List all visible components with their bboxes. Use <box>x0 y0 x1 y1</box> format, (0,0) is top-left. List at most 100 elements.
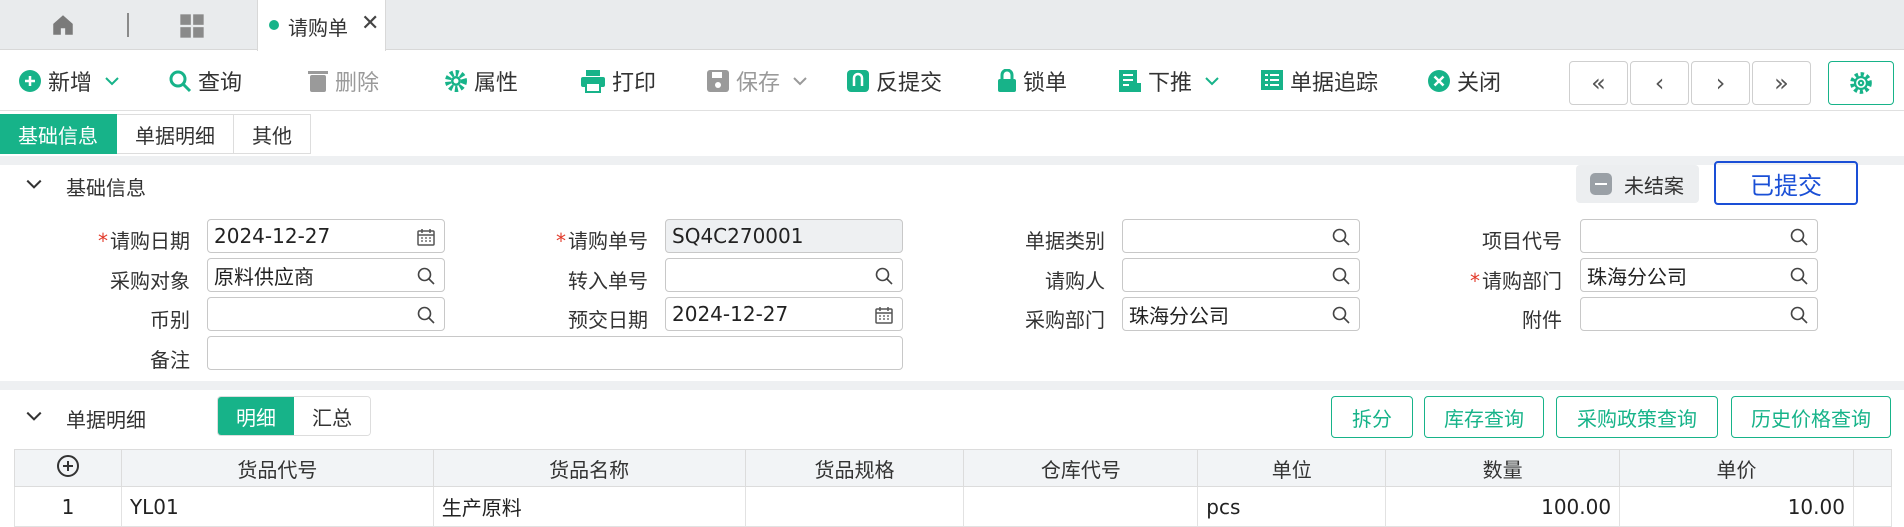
chevron-down-icon[interactable] <box>104 73 120 89</box>
home-icon[interactable] <box>50 12 76 38</box>
col-warehouse-code[interactable]: 仓库代号 <box>963 449 1199 487</box>
cell-goods-name[interactable]: 生产原料 <box>432 486 746 527</box>
purchase-dept-field[interactable]: 珠海分公司 <box>1122 297 1360 331</box>
add-button[interactable]: 新增 <box>18 65 126 97</box>
tab-doc-detail[interactable]: 单据明细 <box>117 114 234 154</box>
currency-field[interactable] <box>207 297 445 331</box>
req-date-field[interactable]: 2024-12-27 <box>207 219 445 253</box>
cell-warehouse-code[interactable] <box>963 486 1199 527</box>
transfer-no-field[interactable] <box>665 258 903 292</box>
search-icon[interactable] <box>1789 305 1809 325</box>
req-dept-field[interactable]: 珠海分公司 <box>1580 258 1818 292</box>
col-unit[interactable]: 单位 <box>1197 449 1387 487</box>
price-history-query-button[interactable]: 历史价格查询 <box>1731 396 1891 438</box>
last-record-button[interactable]: » <box>1752 61 1811 105</box>
add-row-cell[interactable] <box>14 449 122 487</box>
next-record-button[interactable]: › <box>1691 61 1750 105</box>
unsubmit-button[interactable]: 反提交 <box>846 65 942 97</box>
search-icon[interactable] <box>1789 266 1809 286</box>
purchase-target-label: 采购对象 <box>110 269 190 293</box>
purchase-policy-query-button[interactable]: 采购政策查询 <box>1556 396 1718 438</box>
detail-subtabs: 明细 汇总 <box>217 396 371 436</box>
cell-filler <box>1852 486 1893 527</box>
search-icon[interactable] <box>1331 305 1351 325</box>
attachment-label: 附件 <box>1522 308 1562 332</box>
project-code-field[interactable] <box>1580 219 1818 253</box>
first-record-button[interactable]: « <box>1569 61 1628 105</box>
search-icon[interactable] <box>416 266 436 286</box>
remark-label: 备注 <box>150 348 190 372</box>
chevron-right-icon: › <box>1715 69 1726 97</box>
active-dot-icon <box>269 20 279 30</box>
plus-circle-icon <box>19 70 41 92</box>
query-button[interactable]: 查询 <box>168 65 242 97</box>
tab-basic-info[interactable]: 基础信息 <box>0 114 117 154</box>
inventory-query-button[interactable]: 库存查询 <box>1424 396 1544 438</box>
tab-detail[interactable]: 明细 <box>218 397 294 435</box>
double-chevron-left-icon: « <box>1591 69 1606 97</box>
transfer-no-label: 转入单号 <box>568 269 648 293</box>
col-goods-name[interactable]: 货品名称 <box>432 449 746 487</box>
push-down-button[interactable]: 下推 <box>1118 65 1226 97</box>
trace-button[interactable]: 单据追踪 <box>1260 65 1378 97</box>
minus-square-icon <box>1590 173 1612 195</box>
doc-type-field[interactable] <box>1122 219 1360 253</box>
table-header-row: 货品代号 货品名称 货品规格 仓库代号 单位 数量 单价 <box>14 449 1893 487</box>
delete-button[interactable]: 删除 <box>307 65 379 97</box>
tab-summary[interactable]: 汇总 <box>294 397 370 435</box>
properties-button[interactable]: 属性 <box>444 65 518 97</box>
chevron-down-icon[interactable] <box>25 175 43 193</box>
purchase-target-field[interactable]: 原料供应商 <box>207 258 445 292</box>
basic-info-title: 基础信息 <box>66 176 146 200</box>
close-tab-icon[interactable]: ✕ <box>361 11 379 36</box>
chevron-down-icon[interactable] <box>25 407 43 425</box>
cell-goods-code[interactable]: YL01 <box>120 486 434 527</box>
chevron-down-icon[interactable] <box>792 73 808 89</box>
col-goods-code[interactable]: 货品代号 <box>120 449 434 487</box>
attachment-field[interactable] <box>1580 297 1818 331</box>
close-button[interactable]: 关闭 <box>1427 65 1501 97</box>
requester-field[interactable] <box>1122 258 1360 292</box>
print-button[interactable]: 打印 <box>580 65 656 97</box>
cell-quantity[interactable]: 100.00 <box>1385 486 1621 527</box>
tab-divider <box>127 13 129 37</box>
lock-button[interactable]: 锁单 <box>997 65 1067 97</box>
col-quantity[interactable]: 数量 <box>1385 449 1621 487</box>
tab-other[interactable]: 其他 <box>234 114 311 154</box>
calendar-icon[interactable] <box>874 305 894 325</box>
search-icon[interactable] <box>874 266 894 286</box>
save-button[interactable]: 保存 <box>706 65 814 97</box>
doc-type-label: 单据类别 <box>1025 229 1105 253</box>
plus-circle-icon[interactable] <box>56 454 80 478</box>
add-label: 新增 <box>48 71 93 96</box>
expected-date-field[interactable]: 2024-12-27 <box>665 297 903 331</box>
settings-button[interactable] <box>1828 61 1894 105</box>
submitted-state-button[interactable]: 已提交 <box>1714 161 1858 205</box>
chevron-down-icon[interactable] <box>1204 73 1220 89</box>
expected-date-label: 预交日期 <box>568 308 648 332</box>
search-icon[interactable] <box>1331 266 1351 286</box>
req-dept-label: * 请购部门 <box>1470 269 1562 293</box>
search-icon[interactable] <box>1331 227 1351 247</box>
col-filler <box>1852 449 1893 487</box>
print-label: 打印 <box>612 71 657 96</box>
split-button[interactable]: 拆分 <box>1331 396 1413 438</box>
cell-goods-spec[interactable] <box>744 486 965 527</box>
cell-unit[interactable]: pcs <box>1197 486 1387 527</box>
row-index: 1 <box>14 486 122 527</box>
apps-grid-icon[interactable] <box>178 12 206 40</box>
prev-record-button[interactable]: ‹ <box>1630 61 1689 105</box>
search-icon[interactable] <box>416 305 436 325</box>
req-no-field: SQ4C270001 <box>665 219 903 253</box>
table-row[interactable]: 1 YL01 生产原料 pcs 100.00 10.00 <box>14 486 1893 527</box>
search-icon[interactable] <box>1789 227 1809 247</box>
col-unit-price[interactable]: 单价 <box>1619 449 1854 487</box>
gear-icon <box>445 70 467 92</box>
remark-field[interactable] <box>207 336 903 370</box>
lock-label: 锁单 <box>1023 71 1068 96</box>
calendar-icon[interactable] <box>416 227 436 247</box>
col-goods-spec[interactable]: 货品规格 <box>744 449 965 487</box>
cell-unit-price[interactable]: 10.00 <box>1619 486 1854 527</box>
tab-purchase-request[interactable]: 请购单 ✕ <box>257 0 386 51</box>
req-no-label: * 请购单号 <box>556 229 648 253</box>
